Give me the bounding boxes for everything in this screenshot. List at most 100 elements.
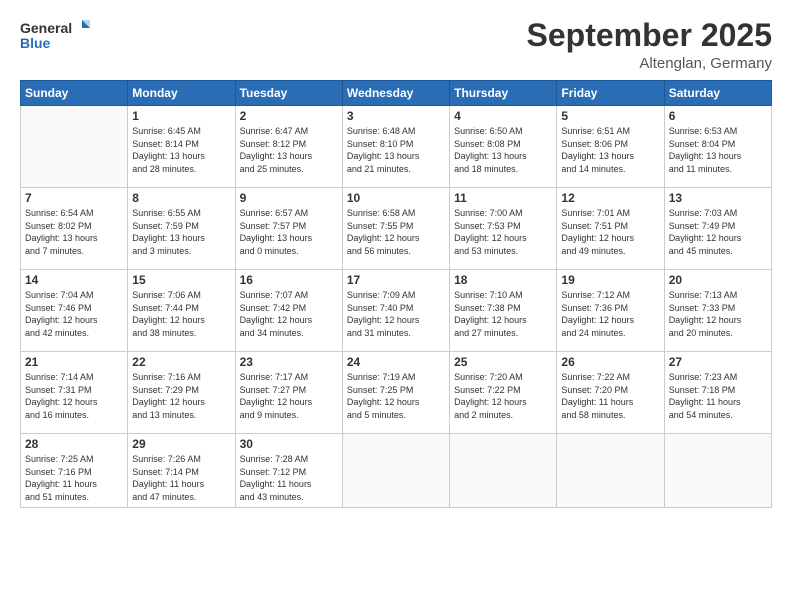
day-info: Sunrise: 6:51 AMSunset: 8:06 PMDaylight:… <box>561 125 659 175</box>
day-number: 11 <box>454 191 552 205</box>
calendar-cell: 23 Sunrise: 7:17 AMSunset: 7:27 PMDayligh… <box>235 352 342 434</box>
day-number: 29 <box>132 437 230 451</box>
calendar-cell <box>557 434 664 507</box>
calendar-cell: 26 Sunrise: 7:22 AMSunset: 7:20 PMDayligh… <box>557 352 664 434</box>
day-number: 25 <box>454 355 552 369</box>
day-info: Sunrise: 7:04 AMSunset: 7:46 PMDaylight:… <box>25 289 123 339</box>
day-info: Sunrise: 7:10 AMSunset: 7:38 PMDaylight:… <box>454 289 552 339</box>
day-info: Sunrise: 6:55 AMSunset: 7:59 PMDaylight:… <box>132 207 230 257</box>
day-info: Sunrise: 7:20 AMSunset: 7:22 PMDaylight:… <box>454 371 552 421</box>
day-number: 27 <box>669 355 767 369</box>
header: General Blue September 2025 Altenglan, G… <box>20 18 772 72</box>
day-info: Sunrise: 6:54 AMSunset: 8:02 PMDaylight:… <box>25 207 123 257</box>
day-info: Sunrise: 7:06 AMSunset: 7:44 PMDaylight:… <box>132 289 230 339</box>
svg-text:General: General <box>20 20 72 36</box>
day-info: Sunrise: 7:17 AMSunset: 7:27 PMDaylight:… <box>240 371 338 421</box>
day-info: Sunrise: 6:47 AMSunset: 8:12 PMDaylight:… <box>240 125 338 175</box>
calendar-cell: 2 Sunrise: 6:47 AMSunset: 8:12 PMDaylight… <box>235 106 342 188</box>
calendar-cell: 28 Sunrise: 7:25 AMSunset: 7:16 PMDayligh… <box>21 434 128 507</box>
calendar-cell: 29 Sunrise: 7:26 AMSunset: 7:14 PMDayligh… <box>128 434 235 507</box>
day-info: Sunrise: 6:58 AMSunset: 7:55 PMDaylight:… <box>347 207 445 257</box>
calendar-cell: 6Sunrise: 6:53 AMSunset: 8:04 PMDaylight… <box>664 106 771 188</box>
day-number: 1 <box>132 109 230 123</box>
calendar-cell: 10 Sunrise: 6:58 AMSunset: 7:55 PMDayligh… <box>342 188 449 270</box>
logo-svg: General Blue <box>20 18 90 54</box>
day-info: Sunrise: 6:50 AMSunset: 8:08 PMDaylight:… <box>454 125 552 175</box>
day-number: 6 <box>669 109 767 123</box>
day-info: Sunrise: 7:14 AMSunset: 7:31 PMDaylight:… <box>25 371 123 421</box>
day-number: 26 <box>561 355 659 369</box>
day-info: Sunrise: 7:01 AMSunset: 7:51 PMDaylight:… <box>561 207 659 257</box>
calendar-cell: 18 Sunrise: 7:10 AMSunset: 7:38 PMDayligh… <box>450 270 557 352</box>
calendar-cell: 1Sunrise: 6:45 AMSunset: 8:14 PMDaylight… <box>128 106 235 188</box>
day-info: Sunrise: 7:22 AMSunset: 7:20 PMDaylight:… <box>561 371 659 421</box>
calendar-subtitle: Altenglan, Germany <box>527 55 772 72</box>
day-number: 7 <box>25 191 123 205</box>
week-row-5: 28 Sunrise: 7:25 AMSunset: 7:16 PMDayligh… <box>21 434 772 507</box>
calendar-cell: 12 Sunrise: 7:01 AMSunset: 7:51 PMDayligh… <box>557 188 664 270</box>
calendar-cell: 19Sunrise: 7:12 AMSunset: 7:36 PMDayligh… <box>557 270 664 352</box>
day-number: 2 <box>240 109 338 123</box>
col-header-monday: Monday <box>128 81 235 106</box>
day-info: Sunrise: 7:23 AMSunset: 7:18 PMDaylight:… <box>669 371 767 421</box>
day-info: Sunrise: 7:26 AMSunset: 7:14 PMDaylight:… <box>132 453 230 503</box>
day-number: 12 <box>561 191 659 205</box>
col-header-sunday: Sunday <box>21 81 128 106</box>
col-header-wednesday: Wednesday <box>342 81 449 106</box>
week-row-2: 7 Sunrise: 6:54 AMSunset: 8:02 PMDaylight… <box>21 188 772 270</box>
calendar-cell <box>21 106 128 188</box>
day-info: Sunrise: 7:19 AMSunset: 7:25 PMDaylight:… <box>347 371 445 421</box>
calendar-cell: 14 Sunrise: 7:04 AMSunset: 7:46 PMDayligh… <box>21 270 128 352</box>
day-number: 28 <box>25 437 123 451</box>
col-header-saturday: Saturday <box>664 81 771 106</box>
calendar-cell: 15 Sunrise: 7:06 AMSunset: 7:44 PMDayligh… <box>128 270 235 352</box>
calendar-cell: 27 Sunrise: 7:23 AMSunset: 7:18 PMDayligh… <box>664 352 771 434</box>
day-number: 17 <box>347 273 445 287</box>
day-number: 23 <box>240 355 338 369</box>
day-number: 3 <box>347 109 445 123</box>
day-number: 18 <box>454 273 552 287</box>
calendar-cell: 20 Sunrise: 7:13 AMSunset: 7:33 PMDayligh… <box>664 270 771 352</box>
calendar-cell <box>450 434 557 507</box>
day-info: Sunrise: 6:48 AMSunset: 8:10 PMDaylight:… <box>347 125 445 175</box>
calendar-cell: 13Sunrise: 7:03 AMSunset: 7:49 PMDayligh… <box>664 188 771 270</box>
calendar-cell: 5 Sunrise: 6:51 AMSunset: 8:06 PMDaylight… <box>557 106 664 188</box>
day-info: Sunrise: 7:13 AMSunset: 7:33 PMDaylight:… <box>669 289 767 339</box>
calendar-cell <box>342 434 449 507</box>
week-row-1: 1Sunrise: 6:45 AMSunset: 8:14 PMDaylight… <box>21 106 772 188</box>
day-number: 30 <box>240 437 338 451</box>
week-row-3: 14 Sunrise: 7:04 AMSunset: 7:46 PMDayligh… <box>21 270 772 352</box>
page: General Blue September 2025 Altenglan, G… <box>0 0 792 612</box>
day-info: Sunrise: 7:03 AMSunset: 7:49 PMDaylight:… <box>669 207 767 257</box>
day-info: Sunrise: 7:07 AMSunset: 7:42 PMDaylight:… <box>240 289 338 339</box>
calendar-cell: 25 Sunrise: 7:20 AMSunset: 7:22 PMDayligh… <box>450 352 557 434</box>
calendar-table: SundayMondayTuesdayWednesdayThursdayFrid… <box>20 80 772 507</box>
calendar-cell: 30Sunrise: 7:28 AMSunset: 7:12 PMDayligh… <box>235 434 342 507</box>
calendar-cell: 3 Sunrise: 6:48 AMSunset: 8:10 PMDaylight… <box>342 106 449 188</box>
calendar-cell: 16 Sunrise: 7:07 AMSunset: 7:42 PMDayligh… <box>235 270 342 352</box>
day-number: 10 <box>347 191 445 205</box>
calendar-cell: 22 Sunrise: 7:16 AMSunset: 7:29 PMDayligh… <box>128 352 235 434</box>
day-number: 16 <box>240 273 338 287</box>
day-info: Sunrise: 7:16 AMSunset: 7:29 PMDaylight:… <box>132 371 230 421</box>
day-info: Sunrise: 6:57 AMSunset: 7:57 PMDaylight:… <box>240 207 338 257</box>
day-number: 20 <box>669 273 767 287</box>
day-number: 19 <box>561 273 659 287</box>
day-number: 5 <box>561 109 659 123</box>
day-number: 8 <box>132 191 230 205</box>
day-info: Sunrise: 7:25 AMSunset: 7:16 PMDaylight:… <box>25 453 123 503</box>
header-row: SundayMondayTuesdayWednesdayThursdayFrid… <box>21 81 772 106</box>
calendar-cell: 21Sunrise: 7:14 AMSunset: 7:31 PMDayligh… <box>21 352 128 434</box>
calendar-cell: 4Sunrise: 6:50 AMSunset: 8:08 PMDaylight… <box>450 106 557 188</box>
day-number: 15 <box>132 273 230 287</box>
svg-text:Blue: Blue <box>20 35 51 51</box>
col-header-tuesday: Tuesday <box>235 81 342 106</box>
calendar-title: September 2025 <box>527 18 772 53</box>
col-header-friday: Friday <box>557 81 664 106</box>
logo: General Blue <box>20 18 90 54</box>
calendar-cell: 9Sunrise: 6:57 AMSunset: 7:57 PMDaylight… <box>235 188 342 270</box>
calendar-cell: 17Sunrise: 7:09 AMSunset: 7:40 PMDayligh… <box>342 270 449 352</box>
day-number: 22 <box>132 355 230 369</box>
calendar-cell: 8 Sunrise: 6:55 AMSunset: 7:59 PMDaylight… <box>128 188 235 270</box>
day-number: 14 <box>25 273 123 287</box>
